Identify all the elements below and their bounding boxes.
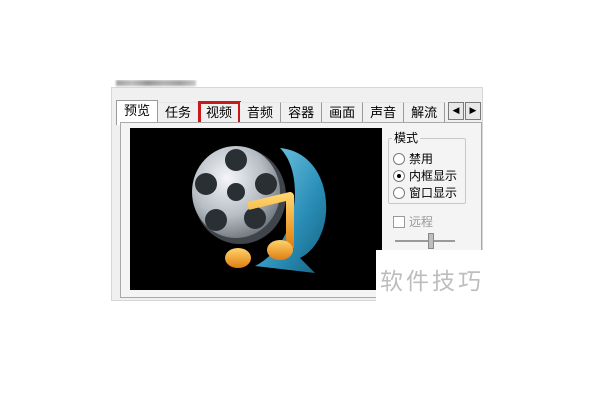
volume-slider-thumb[interactable]: [428, 233, 434, 249]
checkbox-label: 远程: [409, 215, 434, 229]
film-reel-music-note-logo: [192, 146, 327, 273]
radio-window[interactable]: 窗口显示: [393, 184, 457, 201]
tab-strip: 预览 任务 视频 音频 容器 画面 声音 解流: [116, 100, 446, 126]
radio-label: 内框显示: [409, 169, 458, 183]
remote-checkbox[interactable]: 远程: [393, 213, 433, 230]
radio-icon[interactable]: [393, 186, 405, 199]
tab-scroll-buttons: ◀ ▶: [448, 102, 482, 120]
radio-selected-icon[interactable]: [393, 169, 405, 182]
preview-area: [130, 128, 382, 290]
radio-disabled[interactable]: 禁用: [393, 150, 433, 167]
volume-slider-track[interactable]: [395, 240, 455, 242]
triangle-left-icon[interactable]: ◀: [448, 102, 464, 120]
triangle-right-icon[interactable]: ▶: [465, 102, 481, 120]
checkbox-icon[interactable]: [393, 215, 405, 228]
watermark-text: 软件技巧: [380, 269, 484, 295]
radio-label: 禁用: [409, 152, 434, 166]
radio-icon[interactable]: [393, 152, 405, 165]
radio-label: 窗口显示: [409, 186, 458, 200]
mode-group-title: 模式: [392, 129, 421, 146]
radio-inner-frame[interactable]: 内框显示: [393, 167, 457, 184]
